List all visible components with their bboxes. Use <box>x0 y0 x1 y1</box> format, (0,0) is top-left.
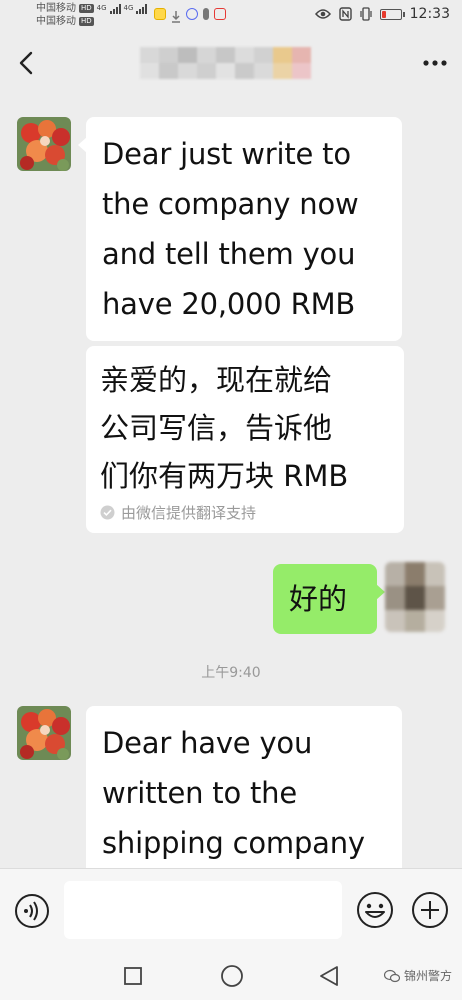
carrier-2: 中国移动 <box>36 16 76 27</box>
eye-icon <box>314 9 331 19</box>
translation-line: 公司写信，告诉他 <box>100 411 333 445</box>
voice-icon[interactable] <box>14 893 50 929</box>
signal-icon-2 <box>136 3 148 14</box>
notification-icons <box>154 8 226 23</box>
message-timestamp: 上午9:40 <box>201 665 261 681</box>
emoji-icon[interactable] <box>356 891 394 929</box>
message-line: Dear have you <box>102 726 313 760</box>
nfc-icon <box>338 7 352 21</box>
chevron-left-icon[interactable] <box>14 50 40 76</box>
message-line: have 20,000 RMB <box>102 287 356 321</box>
message-line: written to the <box>102 776 298 810</box>
carrier-1: 中国移动 <box>36 3 76 14</box>
message-line: 好的 <box>289 582 348 616</box>
network-type: 4G <box>96 4 107 12</box>
status-bar: 中国移动 HD 4G 4G 中国移动 HD 12:33 <box>0 0 462 32</box>
carrier-info: 中国移动 HD 4G 4G 中国移动 HD <box>36 2 148 28</box>
plus-icon[interactable] <box>411 891 449 929</box>
check-circle-icon <box>100 505 115 520</box>
message-bubble-received[interactable]: Dear have you written to the shipping co… <box>86 706 402 868</box>
hd-badge: HD <box>79 4 94 13</box>
message-line: shipping company <box>102 826 365 860</box>
mail-notification-icon <box>154 8 166 20</box>
more-dots-icon[interactable] <box>422 52 448 74</box>
chat-header <box>0 32 462 94</box>
system-nav-bar: 锦州警方 <box>0 952 462 1000</box>
translation-line: 亲爱的，现在就给 <box>100 363 333 397</box>
chat-title-redacted <box>140 47 311 79</box>
hd-badge-2: HD <box>79 17 94 26</box>
contact-avatar[interactable] <box>17 117 71 171</box>
signal-icon <box>109 3 121 14</box>
wechat-icon <box>383 969 400 982</box>
message-line: and tell them you <box>102 237 356 271</box>
translation-credit: 由微信提供翻译支持 <box>100 502 390 523</box>
watermark: 锦州警方 <box>383 967 452 984</box>
app-notification-icon <box>186 8 198 20</box>
own-avatar[interactable] <box>385 562 445 632</box>
vibrate-icon <box>360 7 372 21</box>
triangle-back-icon[interactable] <box>318 964 340 988</box>
message-bubble-sent[interactable]: 好的 <box>273 564 385 634</box>
message-line: Dear just write to <box>102 137 351 171</box>
translation-credit-text: 由微信提供翻译支持 <box>121 504 257 522</box>
alert-icon <box>203 8 209 20</box>
message-input[interactable] <box>64 881 342 939</box>
network-type-2: 4G <box>123 4 134 12</box>
chat-input-bar <box>0 868 462 953</box>
message-bubble-received[interactable]: Dear just write to the company now and t… <box>78 117 402 341</box>
status-right: 12:33 <box>314 6 450 22</box>
circle-icon[interactable] <box>220 964 244 988</box>
watermark-text: 锦州警方 <box>403 969 452 983</box>
clock: 12:33 <box>409 6 450 22</box>
translation-bubble[interactable]: 亲爱的，现在就给 公司写信，告诉他 们你有两万块 RMB 由微信提供翻译支持 <box>86 346 404 533</box>
translation-line: 们你有两万块 RMB <box>100 459 349 493</box>
contact-avatar[interactable] <box>17 706 71 760</box>
message-line: the company now <box>102 187 359 221</box>
download-icon <box>171 8 181 23</box>
battery-icon <box>379 8 405 20</box>
square-icon[interactable] <box>123 966 143 986</box>
app-badge-icon <box>214 8 226 20</box>
